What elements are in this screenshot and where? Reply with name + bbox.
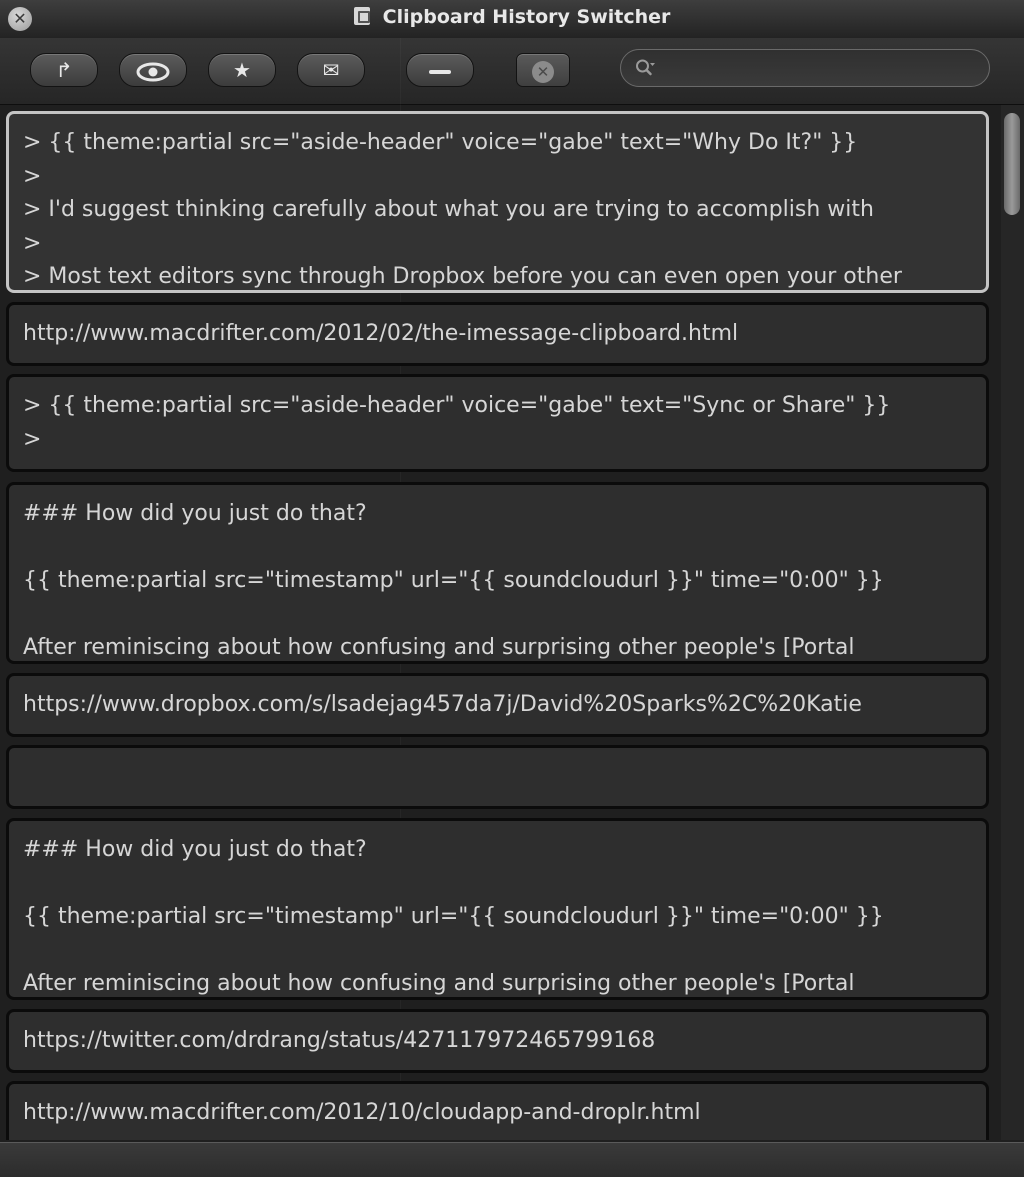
clip-item[interactable]: http://www.macdrifter.com/2012/10/clouda… <box>6 1081 989 1140</box>
remove-button[interactable] <box>406 53 474 87</box>
redo-arrow-icon: ↱ <box>55 58 73 82</box>
clip-item[interactable]: http://www.macdrifter.com/2012/02/the-im… <box>6 302 989 366</box>
minus-icon <box>429 69 451 74</box>
status-bar <box>0 1142 1024 1177</box>
clip-text <box>9 748 986 760</box>
clip-text: > {{ theme:partial src="aside-header" vo… <box>23 393 891 452</box>
window-title: Clipboard History Switcher <box>382 6 671 28</box>
title-bar[interactable]: ✕ Clipboard History Switcher <box>0 0 1024 39</box>
clipboard-history-window: ✕ Clipboard History Switcher ↱ ★ ✉ ✕ > {… <box>0 0 1024 1177</box>
star-icon: ★ <box>233 58 251 82</box>
clip-text: ### How did you just do that? {{ theme:p… <box>23 501 884 660</box>
search-field[interactable] <box>620 49 990 87</box>
scrollbar-thumb[interactable] <box>1004 113 1020 215</box>
clip-list: > {{ theme:partial src="aside-header" vo… <box>0 105 1000 1140</box>
clip-text: > {{ theme:partial src="aside-header" vo… <box>23 130 902 289</box>
clip-item[interactable]: > {{ theme:partial src="aside-header" vo… <box>6 111 989 293</box>
clip-item[interactable]: ### How did you just do that? {{ theme:p… <box>6 818 989 1000</box>
delete-all-button[interactable]: ✕ <box>516 53 570 87</box>
share-button[interactable]: ✉ <box>297 53 365 87</box>
search-input[interactable] <box>669 56 973 82</box>
clip-text: https://www.dropbox.com/s/lsadejag457da7… <box>23 692 862 717</box>
clip-text: ### How did you just do that? {{ theme:p… <box>23 837 884 996</box>
envelope-icon: ✉ <box>322 58 340 82</box>
preview-button[interactable] <box>119 53 187 87</box>
clip-item[interactable]: > {{ theme:partial src="aside-header" vo… <box>6 374 989 472</box>
clip-item[interactable]: ### How did you just do that? {{ theme:p… <box>6 482 989 664</box>
clip-item[interactable]: https://twitter.com/drdrang/status/42711… <box>6 1009 989 1073</box>
favorite-button[interactable]: ★ <box>208 53 276 87</box>
search-icon <box>636 59 655 76</box>
clip-text: https://twitter.com/drdrang/status/42711… <box>23 1028 656 1053</box>
paste-button[interactable]: ↱ <box>30 53 98 87</box>
clip-text: http://www.macdrifter.com/2012/10/clouda… <box>23 1100 701 1125</box>
toolbar: ↱ ★ ✉ ✕ <box>0 38 1024 105</box>
clip-text: http://www.macdrifter.com/2012/02/the-im… <box>23 321 739 346</box>
clipboard-app-icon <box>353 7 370 25</box>
clip-item[interactable]: https://www.dropbox.com/s/lsadejag457da7… <box>6 673 989 737</box>
title-area: Clipboard History Switcher <box>0 6 1024 28</box>
circle-x-icon: ✕ <box>532 61 554 83</box>
clip-item[interactable] <box>6 745 989 809</box>
scrollbar[interactable] <box>1001 105 1024 1140</box>
eye-icon <box>136 62 170 81</box>
